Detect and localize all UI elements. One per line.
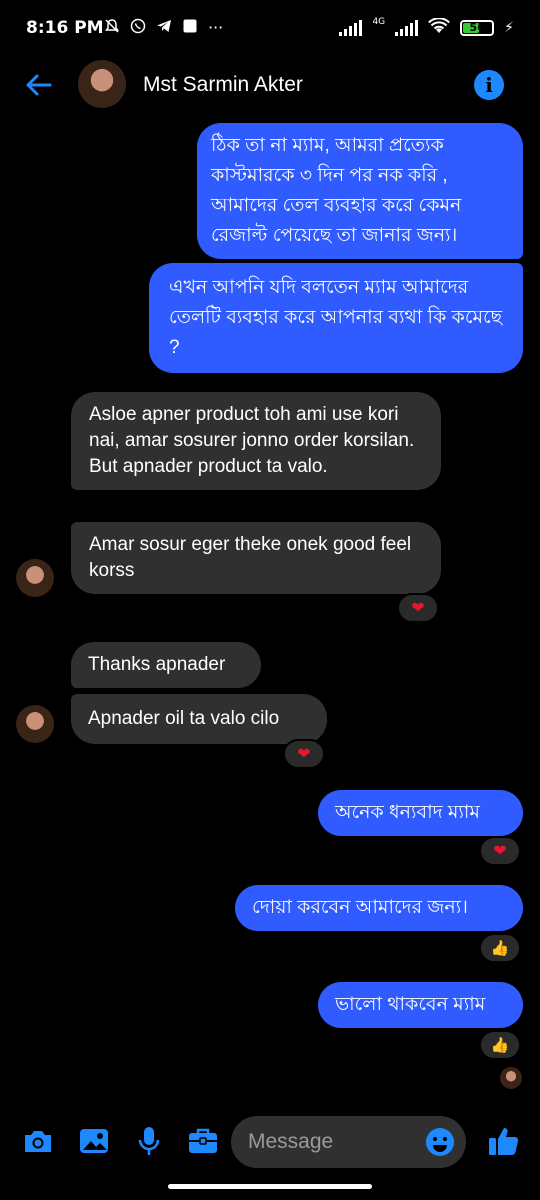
camera-button[interactable] [21,1124,55,1158]
message-incoming[interactable]: Thanks apnader [71,642,261,688]
battery-level: 56 [469,21,485,34]
sender-avatar[interactable] [16,705,54,743]
charging-icon: ⚡ [504,20,514,36]
back-button[interactable] [22,68,56,102]
briefcase-button[interactable] [186,1124,220,1158]
network-type: 4G [372,17,386,27]
wifi-icon [428,17,451,38]
status-indicators: 4G 56 ⚡ [339,17,514,38]
microphone-button[interactable] [132,1124,166,1158]
signal-icon-2 [395,20,419,36]
heart-reaction[interactable]: ❤ [283,739,325,769]
signal-icon [339,20,363,36]
heart-icon: ❤ [297,744,311,763]
home-indicator[interactable] [168,1184,372,1189]
battery-icon: 56 [460,20,495,36]
telegram-icon [156,18,172,38]
mute-icon [104,18,120,38]
emoji-button[interactable] [424,1126,456,1158]
microphone-icon [138,1127,160,1155]
contact-avatar[interactable] [78,60,126,108]
back-arrow-icon [26,74,52,96]
like-button[interactable] [486,1123,522,1159]
message-incoming[interactable]: Asloe apner product toh ami use kori nai… [71,392,441,490]
thumbs-up-icon: 👍 [490,939,510,957]
contact-name[interactable]: Mst Sarmin Akter [143,73,303,97]
emoji-icon [426,1128,454,1156]
more-icon: ··· [208,18,224,37]
message-outgoing[interactable]: ভালো থাকবেন ম্যাম [318,982,523,1028]
briefcase-icon [189,1128,217,1153]
info-button[interactable]: i [474,70,504,100]
status-bar: 8:16 PM ··· 4G 56 ⚡ [0,0,540,58]
square-icon [182,18,198,38]
message-composer [0,1110,540,1174]
gallery-button[interactable] [77,1124,111,1158]
message-outgoing[interactable]: অনেক ধন্যবাদ ম্যাম [318,790,523,836]
message-incoming[interactable]: Amar sosur eger theke onek good feel kor… [71,522,441,594]
thumbs-up-icon: 👍 [490,1036,510,1054]
message-incoming[interactable]: Apnader oil ta valo cilo [71,694,327,744]
sender-avatar[interactable] [16,559,54,597]
gallery-icon [80,1129,108,1153]
message-outgoing[interactable]: দোয়া করবেন আমাদের জন্য। [235,885,523,931]
heart-icon: ❤ [493,841,507,860]
message-outgoing[interactable]: ঠিক তা না ম্যাম, আমরা প্রত্যেক কাস্টমারক… [197,123,523,259]
thumbs-up-reaction[interactable]: 👍 [479,933,521,963]
thumbs-up-icon [489,1128,519,1155]
notification-icons: ··· [104,18,223,38]
heart-reaction[interactable]: ❤ [479,836,521,866]
seen-indicator-avatar [500,1067,522,1089]
heart-reaction[interactable]: ❤ [397,593,439,623]
camera-icon [25,1131,51,1152]
thumbs-up-reaction[interactable]: 👍 [479,1030,521,1060]
message-outgoing[interactable]: এখন আপনি যদি বলতেন ম্যাম আমাদের তেলটি ব্… [149,263,523,373]
conversation-header: Mst Sarmin Akter i [0,58,540,114]
heart-icon: ❤ [411,598,425,617]
status-time: 8:16 PM [26,18,104,38]
whatsapp-icon [130,18,146,38]
